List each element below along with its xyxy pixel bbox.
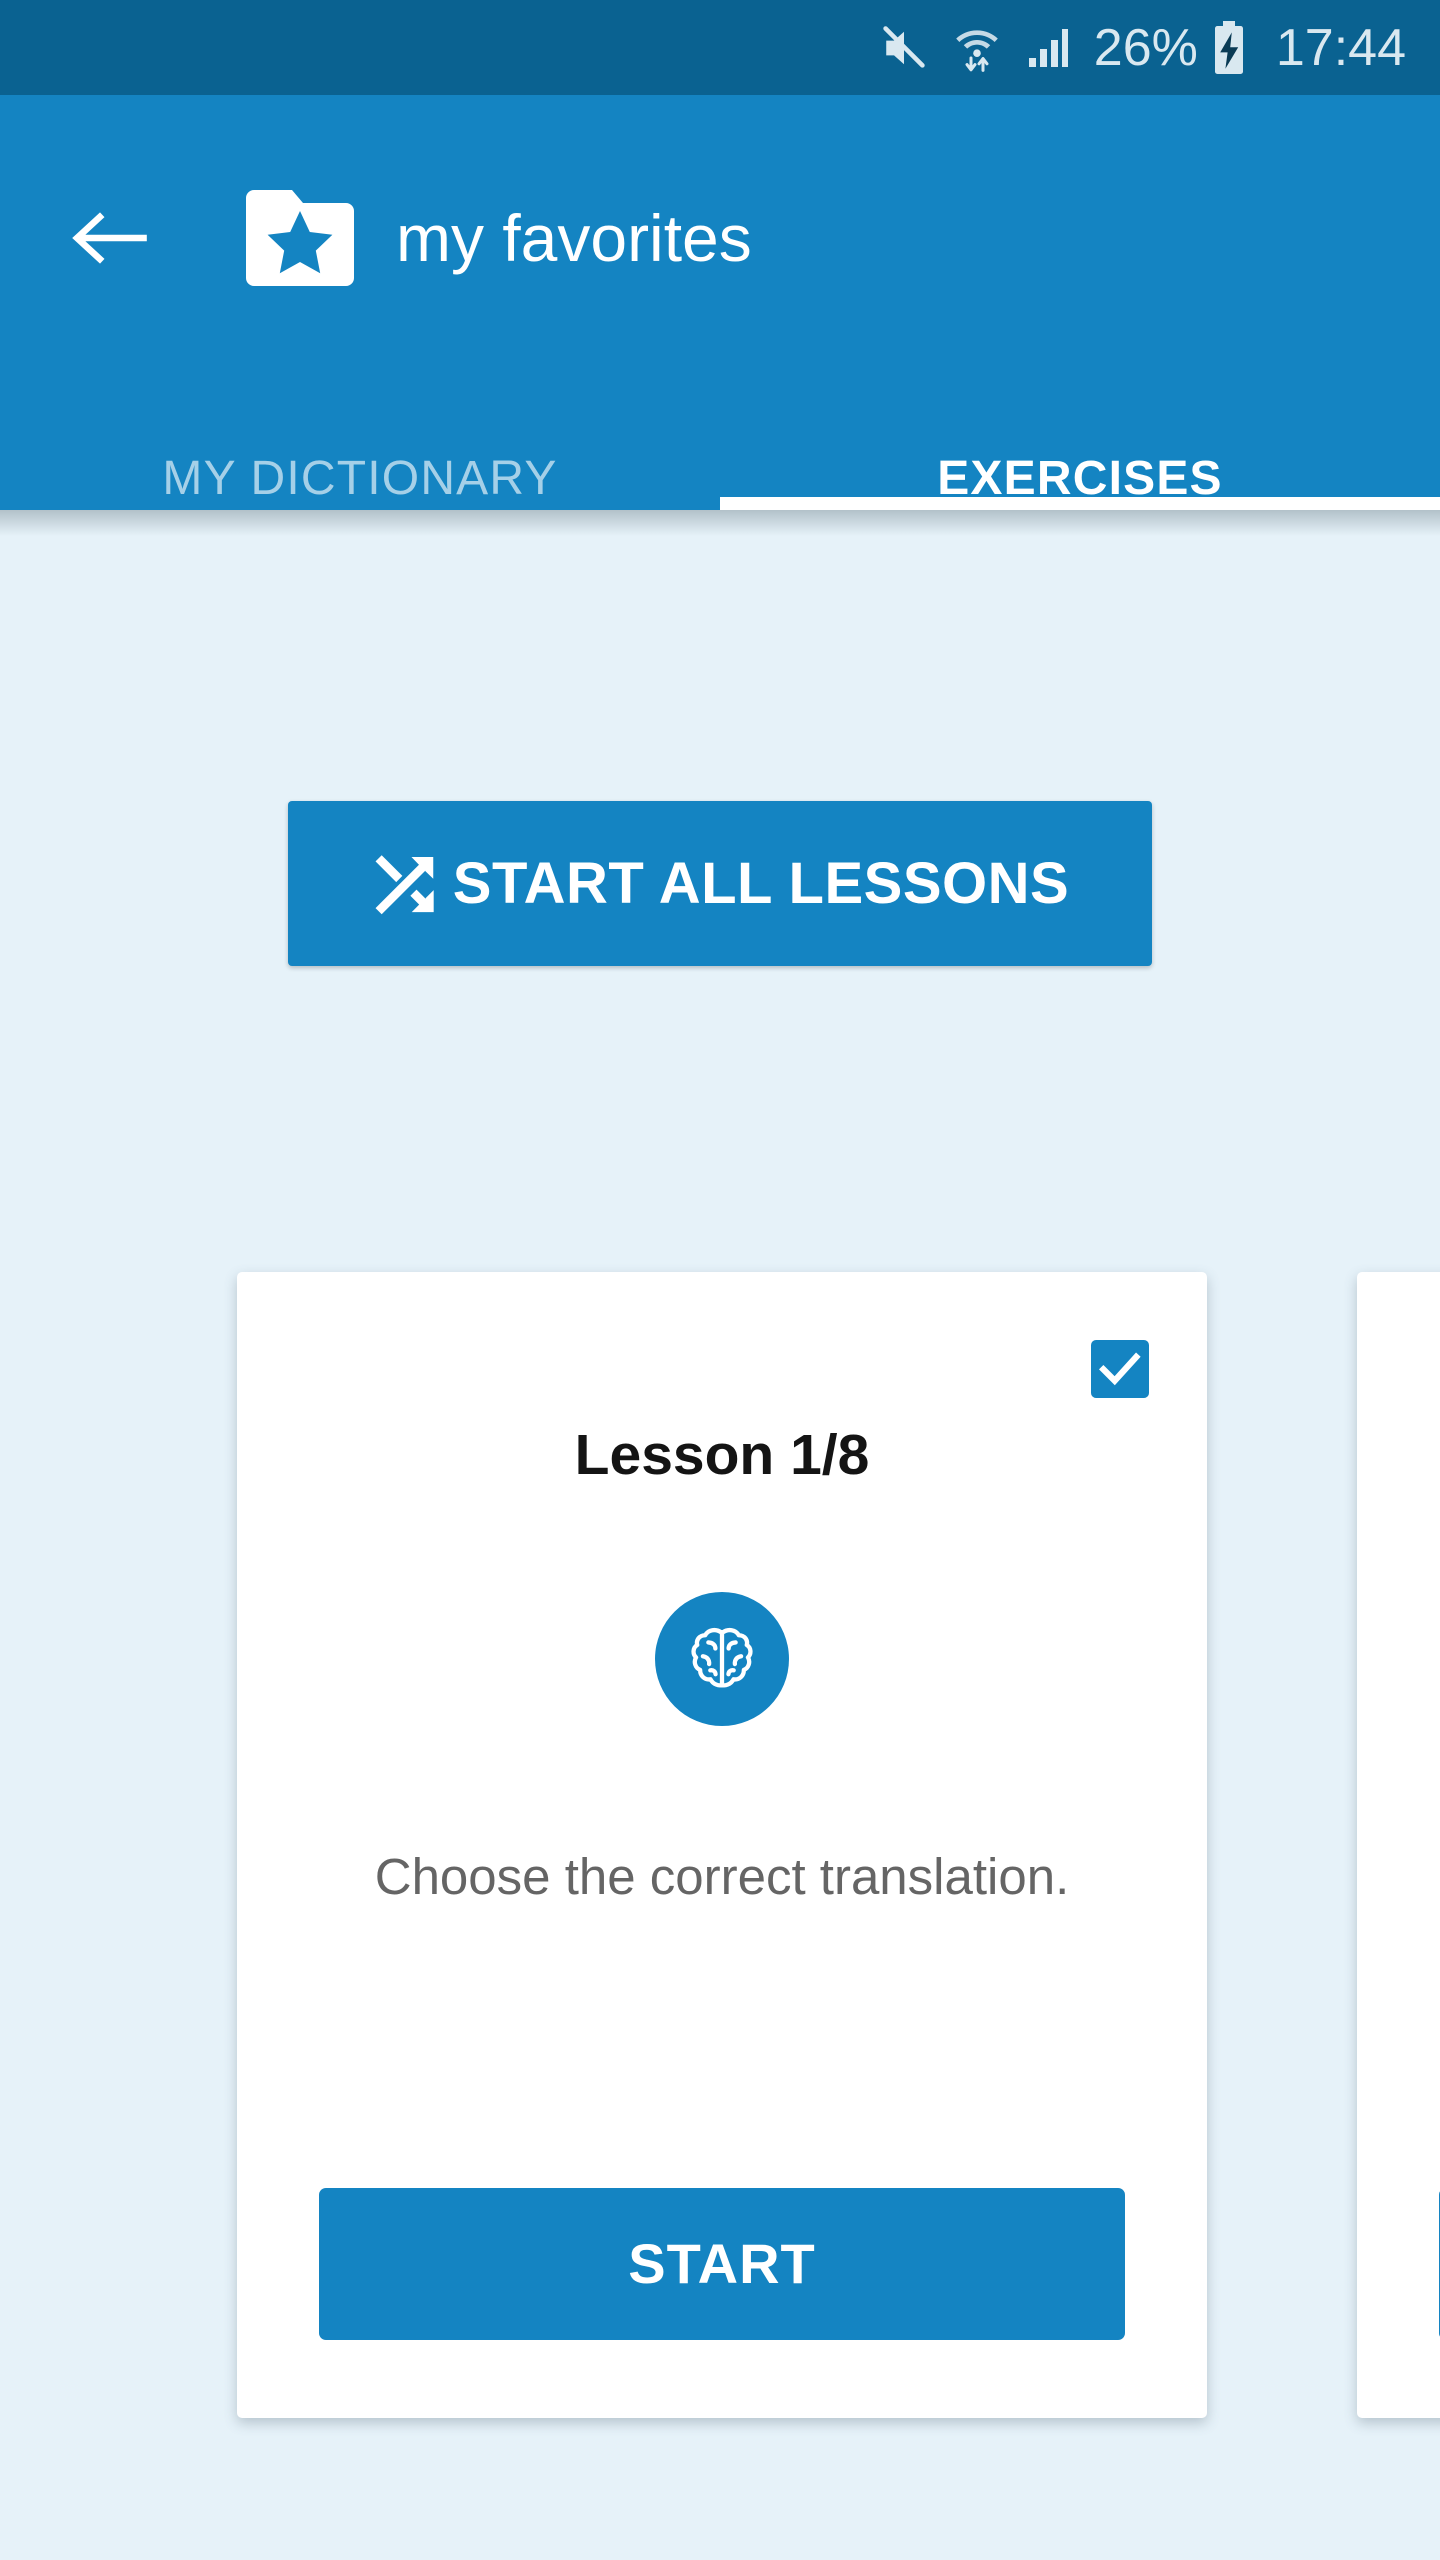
battery-charging-icon [1208,20,1250,76]
wifi-icon [952,22,1002,74]
content-area: START ALL LESSONS Lesson 1/8 Choose the … [0,536,1440,2560]
lesson-card[interactable]: Lesson 1/8 Choose the correct translatio… [237,1272,1207,2418]
back-button[interactable] [62,190,158,286]
brain-icon [655,1592,789,1726]
tab-my-dictionary-label: MY DICTIONARY [162,452,558,505]
mute-icon [878,22,930,74]
tab-exercises-label: EXERCISES [937,452,1223,505]
lesson-cards-carousel[interactable]: Lesson 1/8 Choose the correct translatio… [0,1272,1440,2422]
lesson-start-label: START [628,2232,816,2295]
lesson-title: Lesson 1/8 [574,1423,870,1487]
page-title: my favorites [396,200,752,275]
status-bar: 26% 17:44 [0,0,1440,95]
start-all-lessons-button[interactable]: START ALL LESSONS [288,801,1152,966]
battery-percentage: 26% [1093,18,1198,77]
lesson-completed-checkbox[interactable] [1091,1340,1149,1398]
toolbar: my favorites [0,95,1440,380]
start-all-lessons-label: START ALL LESSONS [452,850,1070,916]
shuffle-icon [371,847,445,921]
app-bar: my favorites MY DICTIONARY EXERCISES [0,95,1440,510]
lesson-start-button[interactable]: START [319,2188,1125,2340]
lesson-description: Choose the correct translation. [374,1848,1070,1905]
lesson-card[interactable] [1357,1272,1440,2418]
status-bar-clock: 17:44 [1275,18,1406,77]
folder-star-icon [240,184,360,292]
cellular-signal-icon [1024,23,1072,73]
active-tab-indicator [720,497,1440,510]
app-screen: 26% 17:44 my favorites MY DICTIONARY EXE… [0,0,1440,2560]
